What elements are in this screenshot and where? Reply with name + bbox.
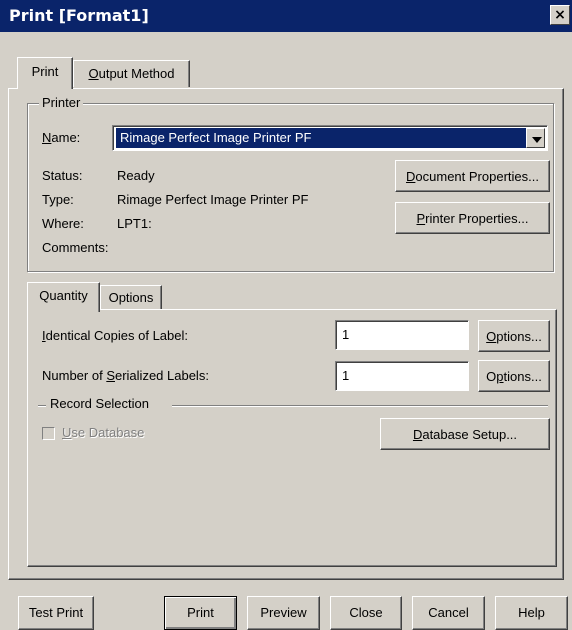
status-value: Ready [117, 168, 155, 183]
document-properties-button[interactable]: Document Properties... [395, 160, 550, 192]
type-label: Type: [42, 192, 74, 207]
tab-quantity[interactable]: Quantity [27, 282, 100, 312]
cancel-button[interactable]: Cancel [412, 596, 485, 630]
identical-copies-label: Identical Copies of Label: [42, 328, 188, 343]
comments-label: Comments: [42, 240, 109, 255]
serialized-labels-input[interactable]: 1 [335, 361, 469, 391]
record-selection-label: Record Selection [50, 396, 149, 411]
status-label: Status: [42, 168, 83, 183]
printer-name-select[interactable]: Rimage Perfect Image Printer PF [112, 125, 548, 151]
where-label: Where: [42, 216, 84, 231]
record-selection-separator [172, 405, 548, 407]
help-button[interactable]: Help [495, 596, 568, 630]
serialized-labels-label: Number of Serialized Labels: [42, 368, 209, 383]
tab-output-method-label: Output Method [88, 66, 175, 81]
record-selection-separator-left [38, 405, 46, 407]
identical-copies-options-button[interactable]: Options... [478, 320, 550, 352]
tab-options-label: Options [108, 290, 154, 305]
tab-output-method[interactable]: Output Method [73, 60, 190, 87]
tab-print[interactable]: Print [17, 57, 73, 89]
database-setup-button[interactable]: Database Setup... [380, 418, 550, 450]
printer-properties-button[interactable]: Printer Properties... [395, 202, 550, 234]
title-bar: Print [Format1] × [0, 0, 572, 32]
window-title: Print [Format1] [9, 6, 149, 25]
tab-print-label: Print [31, 64, 59, 79]
test-print-button[interactable]: Test Print [18, 596, 94, 630]
tab-options[interactable]: Options [100, 285, 162, 310]
printer-group-label: Printer [39, 95, 84, 110]
use-database-checkbox[interactable] [42, 427, 55, 440]
serialized-options-button[interactable]: Options... [478, 360, 550, 392]
close-button[interactable]: Close [330, 596, 402, 630]
print-button[interactable]: Print [164, 596, 237, 630]
printer-name-value: Rimage Perfect Image Printer PF [116, 128, 526, 148]
use-database-label: Use Database [62, 425, 145, 440]
identical-copies-input[interactable]: 1 [335, 320, 469, 350]
close-icon[interactable]: × [550, 5, 570, 25]
type-value: Rimage Perfect Image Printer PF [117, 192, 309, 207]
preview-button[interactable]: Preview [247, 596, 320, 630]
name-label: Name: [42, 130, 81, 145]
where-value: LPT1: [117, 216, 152, 231]
tab-quantity-label: Quantity [39, 288, 88, 303]
chevron-down-icon[interactable] [526, 128, 545, 148]
